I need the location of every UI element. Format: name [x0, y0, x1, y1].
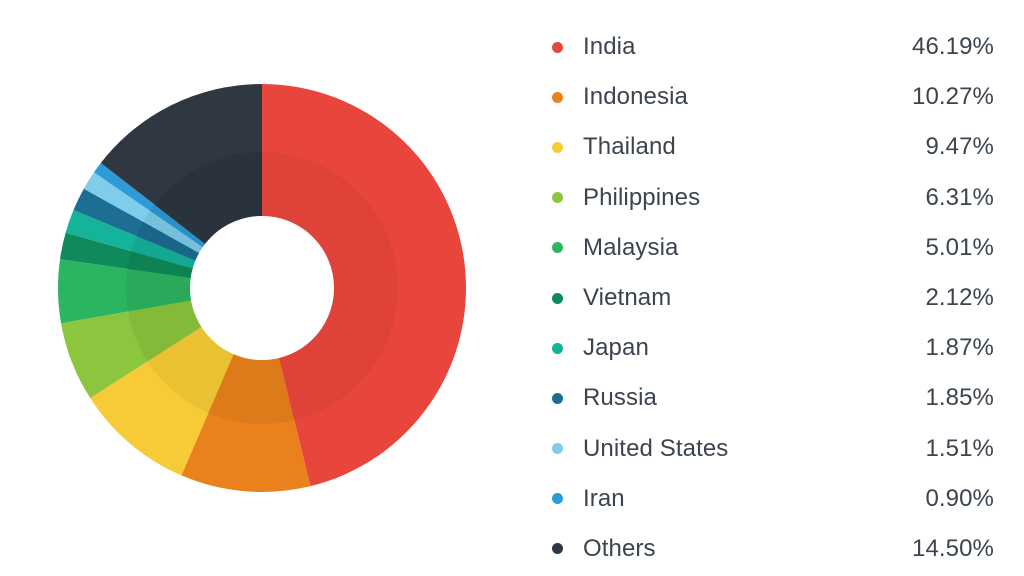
legend-color-dot-icon — [552, 292, 563, 304]
legend-panel: India 46.19% Indonesia 10.27% Thailand 9.47% P… — [520, 0, 1024, 576]
legend-item[interactable]: Malaysia 5.01% — [550, 223, 994, 273]
donut-chart-svg[interactable] — [54, 80, 470, 496]
legend-item[interactable]: Indonesia 10.27% — [550, 72, 994, 122]
legend-item[interactable]: Japan 1.87% — [550, 323, 994, 373]
legend-item[interactable]: Vietnam 2.12% — [550, 273, 994, 323]
legend-item-label: Russia — [583, 384, 657, 412]
legend-color-dot-icon — [552, 41, 563, 53]
legend-item-label: United States — [583, 434, 729, 462]
donut-center-hole — [190, 216, 334, 360]
legend-item[interactable]: India 46.19% — [550, 22, 994, 72]
legend-color-dot-icon — [552, 91, 563, 103]
legend-item-label: Vietnam — [583, 284, 672, 312]
legend-item-value: 2.12% — [925, 284, 994, 312]
legend-item-label: Others — [583, 534, 656, 562]
legend-item[interactable]: Thailand 9.47% — [550, 122, 994, 172]
legend-item-value: 0.90% — [925, 484, 994, 512]
legend-color-dot-icon — [552, 493, 563, 505]
legend-item[interactable]: United States 1.51% — [550, 424, 994, 474]
legend-color-dot-icon — [552, 543, 563, 555]
legend-item-value: 1.85% — [925, 384, 994, 412]
legend-color-dot-icon — [552, 141, 563, 153]
legend-item-label: Thailand — [583, 133, 676, 161]
legend-item-value: 5.01% — [925, 233, 994, 261]
legend-item[interactable]: Iran 0.90% — [550, 474, 994, 524]
legend-item-value: 1.51% — [925, 434, 994, 462]
donut-chart[interactable] — [54, 80, 470, 496]
donut-chart-panel — [0, 0, 520, 576]
legend-item[interactable]: Russia 1.85% — [550, 373, 994, 423]
legend-item-value: 14.50% — [912, 534, 994, 562]
legend-item-label: Indonesia — [583, 83, 688, 111]
legend-item-label: India — [583, 33, 636, 61]
legend-item[interactable]: Philippines 6.31% — [550, 173, 994, 223]
legend-item-value: 9.47% — [925, 133, 994, 161]
legend-item-value: 10.27% — [912, 83, 994, 111]
legend-color-dot-icon — [552, 242, 563, 254]
legend-item-value: 1.87% — [925, 334, 994, 362]
legend-color-dot-icon — [552, 342, 563, 354]
legend-color-dot-icon — [552, 392, 563, 404]
legend-item-label: Japan — [583, 334, 649, 362]
legend-color-dot-icon — [552, 192, 563, 204]
legend-item[interactable]: Others 14.50% — [550, 524, 994, 574]
chart-page: India 46.19% Indonesia 10.27% Thailand 9.47% P… — [0, 0, 1024, 576]
legend-item-label: Iran — [583, 484, 625, 512]
legend-item-value: 6.31% — [925, 183, 994, 211]
legend-list: India 46.19% Indonesia 10.27% Thailand 9.47% P… — [550, 22, 994, 574]
legend-item-label: Philippines — [583, 183, 701, 211]
legend-item-label: Malaysia — [583, 233, 679, 261]
legend-item-value: 46.19% — [912, 33, 994, 61]
legend-color-dot-icon — [552, 443, 563, 455]
